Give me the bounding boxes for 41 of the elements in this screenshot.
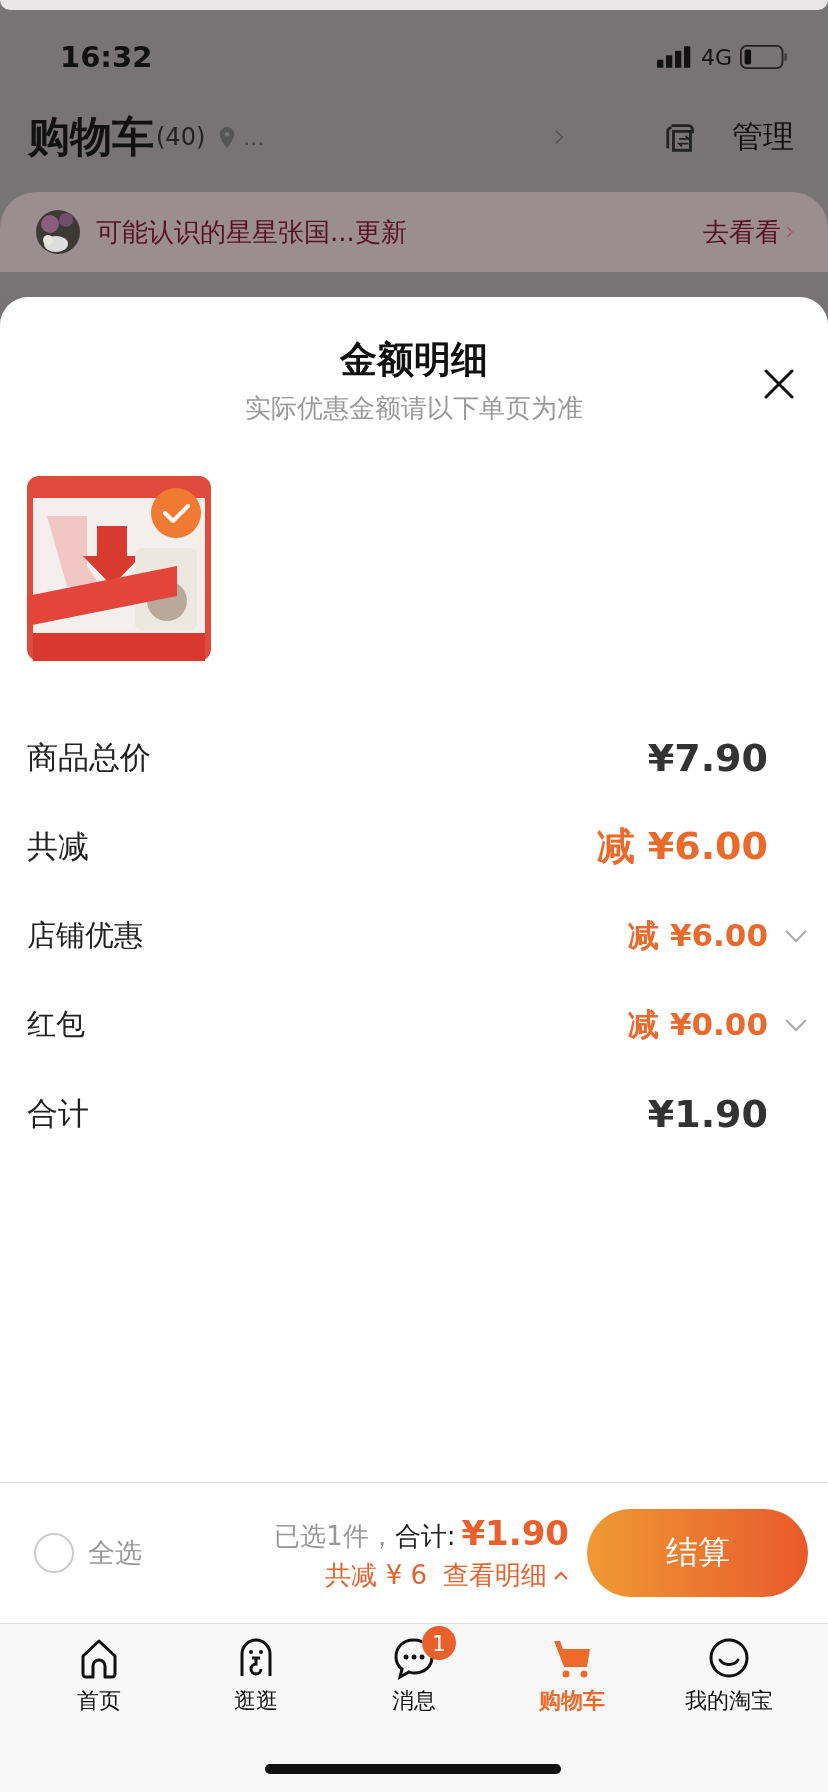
chevron-down-icon[interactable] (784, 1017, 808, 1032)
view-link[interactable]: 去看看 (703, 214, 781, 250)
total-label: 合计: (394, 1520, 456, 1553)
row-label: 店铺优惠 (27, 916, 143, 954)
battery-icon (740, 45, 788, 69)
manage-button[interactable]: 管理 (732, 116, 794, 158)
item-count: (40) (156, 123, 206, 151)
tab-label[interactable]: 我的淘宝 (685, 1686, 774, 1716)
close-icon[interactable] (764, 369, 794, 399)
price-value: 减 ¥6.00 (628, 915, 768, 955)
tab-item[interactable]: 1 消息 (335, 1624, 493, 1792)
tab-item[interactable]: 逛逛 (177, 1624, 336, 1792)
sheet-title: 金额明细 (340, 337, 488, 383)
select-all-checkbox[interactable] (34, 1533, 74, 1573)
page-title: 购物车 (28, 111, 154, 163)
network-label: 4G (700, 44, 732, 70)
tab-item[interactable]: 我的淘宝 (650, 1624, 808, 1792)
signal-icon (656, 46, 693, 68)
caret-up-icon[interactable] (553, 1570, 569, 1581)
notification-badge: 1 (422, 1626, 456, 1660)
row-label: 红包 (27, 1005, 85, 1043)
tab-label[interactable]: 消息 (392, 1686, 436, 1716)
notice-text: 可能认识的星星张国...更新 (96, 215, 407, 249)
selected-count: 已选1件， (274, 1520, 395, 1553)
chevron-down-icon[interactable] (784, 928, 808, 943)
location-pin-icon (219, 126, 236, 148)
price-value: 减 ¥6.00 (596, 823, 768, 870)
row-label: 共减 (27, 826, 89, 866)
discount-summary: 共减 ¥ 6 (325, 1559, 427, 1592)
sheet-subtitle: 实际优惠金额请以下单页为准 (244, 392, 584, 425)
price-value: ¥1.90 (647, 1091, 768, 1136)
checkmark-icon[interactable] (151, 488, 201, 538)
price-value: ¥7.90 (647, 735, 768, 780)
price-value: 减 ¥0.00 (628, 1004, 768, 1044)
status-time: 16:32 (60, 40, 153, 74)
tab-item[interactable]: 首页 (20, 1624, 178, 1792)
row-label: 商品总价 (27, 737, 151, 777)
tab-label[interactable]: 首页 (76, 1686, 121, 1716)
tab-label[interactable]: 逛逛 (234, 1686, 279, 1716)
total-price: ¥1.90 (461, 1513, 569, 1553)
row-label: 合计 (27, 1093, 89, 1133)
